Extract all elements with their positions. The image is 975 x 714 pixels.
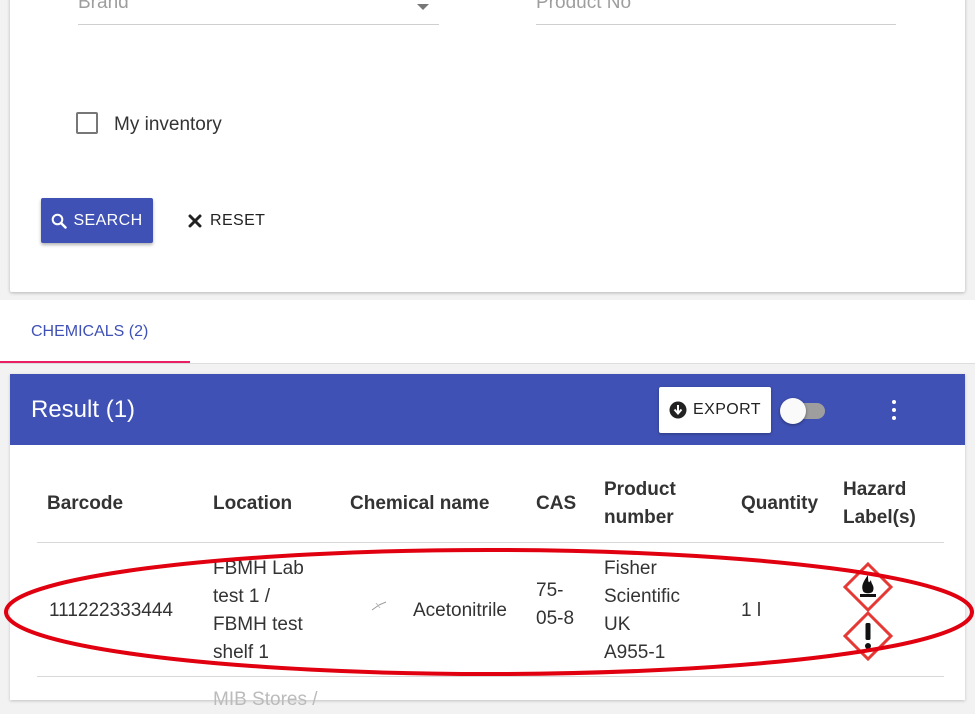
tab-active-indicator xyxy=(0,361,190,363)
results-title: Result (1) xyxy=(31,396,136,423)
product-no-input[interactable]: Product No xyxy=(536,0,896,25)
col-header-hazard-labels[interactable]: Hazard Label(s) xyxy=(843,476,935,532)
header-divider xyxy=(37,542,944,543)
molecule-structure-icon xyxy=(371,601,387,611)
cell-product-line: UK xyxy=(604,614,631,635)
row-divider xyxy=(37,676,944,677)
close-icon xyxy=(188,214,202,227)
tab-bar: CHEMICALS (2) xyxy=(0,300,975,364)
tab-chemicals-label: CHEMICALS (2) xyxy=(31,323,149,340)
cell-chemical-name: Acetonitrile xyxy=(413,600,507,621)
col-header-chemical-name[interactable]: Chemical name xyxy=(350,490,489,518)
export-button[interactable]: EXPORT xyxy=(659,387,771,433)
my-inventory-label: My inventory xyxy=(114,114,222,135)
cell-barcode: 111222333444 xyxy=(49,600,173,621)
product-no-placeholder: Product No xyxy=(536,0,632,13)
view-toggle-thumb[interactable] xyxy=(780,398,806,424)
cell-location-line: test 1 / xyxy=(213,586,271,607)
cell-cas-line: 05-8 xyxy=(536,608,575,629)
cell-product-line: Scientific xyxy=(604,586,681,607)
col-header-location[interactable]: Location xyxy=(213,490,292,518)
cell-location-line: FBMH Lab xyxy=(213,558,304,579)
cell-cas-line: 75- xyxy=(536,580,564,601)
col-header-quantity[interactable]: Quantity xyxy=(741,490,818,518)
cell-cas: 75- 05-8 xyxy=(536,577,574,633)
tab-chemicals[interactable]: CHEMICALS (2) xyxy=(0,300,190,363)
col-header-barcode[interactable]: Barcode xyxy=(47,490,123,518)
search-button-label: SEARCH xyxy=(73,211,143,229)
cell-quantity: 1 l xyxy=(741,600,762,621)
search-icon xyxy=(52,213,68,229)
download-icon xyxy=(669,401,687,419)
more-vert-icon[interactable] xyxy=(882,396,906,424)
search-button[interactable]: SEARCH xyxy=(41,198,153,243)
export-button-label: EXPORT xyxy=(693,401,761,418)
cell-product-line: Fisher xyxy=(604,558,657,579)
search-card: Brand Product No My inventory SEARCH RES… xyxy=(10,0,965,292)
brand-placeholder: Brand xyxy=(78,0,129,13)
col-header-cas[interactable]: CAS xyxy=(536,490,576,518)
cell-location-line: FBMH test xyxy=(213,614,303,635)
results-header: Result (1) EXPORT xyxy=(10,374,965,445)
reset-button-label: RESET xyxy=(210,211,266,229)
my-inventory-checkbox[interactable] xyxy=(76,112,98,134)
results-panel: Result (1) EXPORT Barcode Location Chemi… xyxy=(10,374,965,710)
reset-button[interactable]: RESET xyxy=(188,198,288,243)
cell-location-line: shelf 1 xyxy=(213,642,269,663)
cell-product-line: A955-1 xyxy=(604,642,666,663)
flame-icon xyxy=(843,562,893,612)
cell-product-number: Fisher Scientific UK A955-1 xyxy=(604,555,680,667)
col-header-product-number[interactable]: Product number xyxy=(604,476,694,532)
cell-location: FBMH Lab test 1 / FBMH test shelf 1 xyxy=(213,555,304,667)
brand-select[interactable]: Brand xyxy=(78,0,439,25)
exclamation-icon xyxy=(843,611,893,661)
chevron-down-icon xyxy=(417,4,429,10)
partial-row-location: MIB Stores / xyxy=(213,689,318,710)
